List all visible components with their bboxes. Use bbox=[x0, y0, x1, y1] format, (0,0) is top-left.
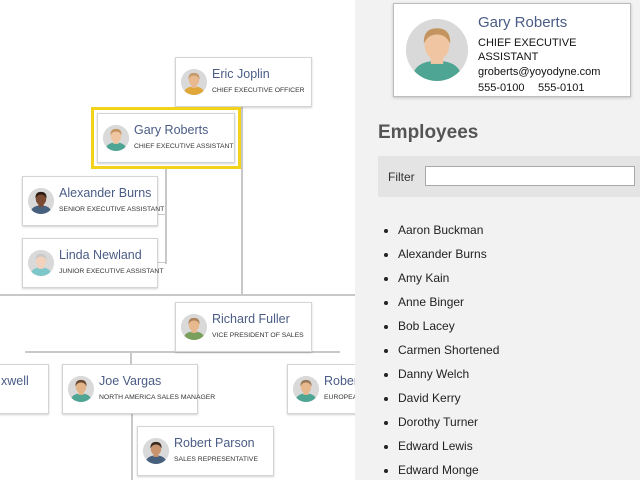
employee-list-item[interactable]: Alexander Burns bbox=[398, 245, 499, 269]
node-name: Richard Fuller bbox=[212, 312, 290, 326]
node-name: Robert Parson bbox=[174, 436, 255, 450]
avatar-icon bbox=[28, 188, 54, 214]
node-title: Europea Manage bbox=[324, 394, 355, 401]
org-node-partial-left[interactable]: xwell bbox=[0, 364, 49, 414]
org-node-joe-vargas[interactable]: Joe Vargas North America Sales Manager bbox=[62, 364, 215, 414]
org-node-partial-right[interactable]: Rober Europea Manage bbox=[287, 364, 355, 414]
employee-list-item[interactable]: Aaron Buckman bbox=[398, 221, 499, 245]
node-title: Chief Executive Officer bbox=[212, 87, 305, 94]
employee-list-item[interactable]: Anne Binger bbox=[398, 293, 499, 317]
org-node-richard-fuller[interactable]: Richard Fuller Vice President of Sales bbox=[175, 302, 312, 352]
node-name: xwell bbox=[1, 374, 29, 388]
employee-list-item[interactable]: Edward Lewis bbox=[398, 437, 499, 461]
employee-list-item[interactable]: David Kerry bbox=[398, 389, 499, 413]
filter-input[interactable] bbox=[425, 166, 635, 186]
employee-list-item[interactable]: Dorothy Turner bbox=[398, 413, 499, 437]
avatar-icon bbox=[181, 69, 207, 95]
node-name: Rober bbox=[324, 374, 355, 388]
avatar-icon bbox=[181, 314, 207, 340]
org-node-eric-joplin[interactable]: Eric Joplin Chief Executive Officer bbox=[175, 57, 312, 107]
employee-list-item[interactable]: Carmen Shortened bbox=[398, 341, 499, 365]
node-name: Eric Joplin bbox=[212, 67, 270, 81]
node-title: Sales Representative bbox=[174, 456, 258, 463]
org-node-linda-newland[interactable]: Linda Newland Junior Executive Assistant bbox=[22, 238, 164, 288]
filter-bar: Filter bbox=[378, 156, 640, 197]
node-title: Chief Executive Assistant bbox=[134, 143, 234, 150]
employees-heading: Employees bbox=[378, 122, 479, 143]
node-title: Junior Executive Assistant bbox=[59, 268, 164, 275]
card-phone-office: 555-0100 bbox=[478, 82, 525, 94]
org-chart: Eric Joplin Chief Executive Officer Gary… bbox=[0, 0, 355, 480]
card-email: groberts@yoyodyne.com bbox=[478, 66, 601, 78]
avatar-icon bbox=[28, 250, 54, 276]
node-name: Joe Vargas bbox=[99, 374, 162, 388]
org-node-alexander-burns[interactable]: Alexander Burns Senior Executive Assista… bbox=[22, 176, 164, 226]
employee-list-item[interactable]: Danny Welch bbox=[398, 365, 499, 389]
node-name: Gary Roberts bbox=[134, 123, 209, 137]
avatar-icon bbox=[406, 19, 468, 81]
avatar-icon bbox=[103, 125, 129, 151]
filter-label: Filter bbox=[388, 170, 415, 184]
employee-list-item[interactable]: Bob Lacey bbox=[398, 317, 499, 341]
org-node-gary-roberts[interactable]: Gary Roberts Chief Executive Assistant bbox=[91, 107, 241, 169]
org-node-robert-parson[interactable]: Robert Parson Sales Representative bbox=[137, 426, 274, 476]
avatar-icon bbox=[293, 376, 319, 402]
card-phone-mobile: 555-0101 bbox=[538, 82, 585, 94]
avatar-icon bbox=[143, 438, 169, 464]
node-title: Vice President of Sales bbox=[212, 332, 304, 339]
card-name: Gary Roberts bbox=[478, 14, 568, 31]
node-title: North America Sales Manager bbox=[99, 394, 216, 401]
avatar-icon bbox=[68, 376, 94, 402]
employee-list: Aaron BuckmanAlexander BurnsAmy KainAnne… bbox=[380, 221, 499, 485]
selected-employee-card: Gary Roberts Chief Executive Assistant g… bbox=[393, 3, 631, 97]
employee-list-item[interactable]: Edward Monge bbox=[398, 461, 499, 485]
node-name: Alexander Burns bbox=[59, 186, 152, 200]
card-title: Chief Executive Assistant bbox=[478, 37, 577, 63]
employee-list-item[interactable]: Amy Kain bbox=[398, 269, 499, 293]
node-name: Linda Newland bbox=[59, 248, 142, 262]
node-title: Senior Executive Assistant bbox=[59, 206, 165, 213]
